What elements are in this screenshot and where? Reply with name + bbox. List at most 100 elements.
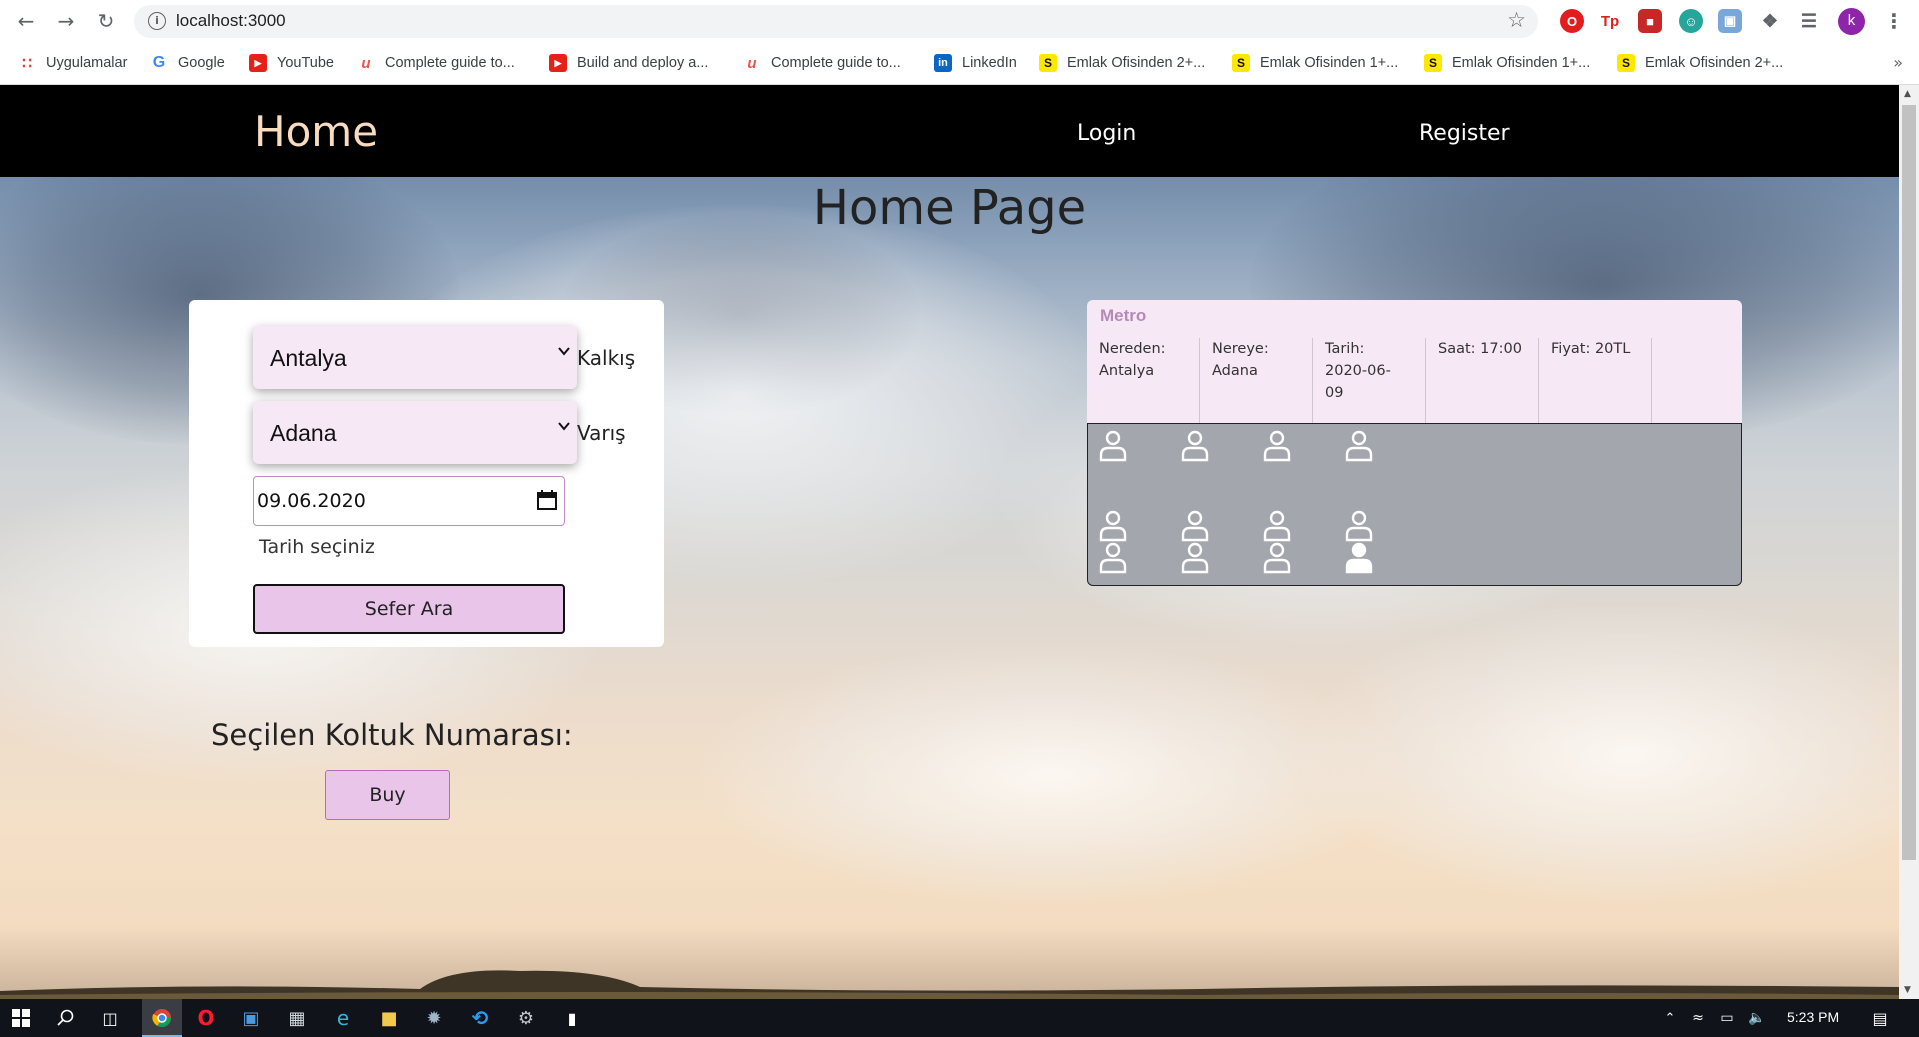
seat-available-icon[interactable] bbox=[1262, 510, 1292, 542]
settings-app-icon[interactable]: ⚙ bbox=[513, 1005, 539, 1031]
date-input[interactable]: 09.06.2020 bbox=[253, 476, 565, 526]
from-city-label: Kalkış bbox=[577, 346, 636, 370]
scroll-thumb[interactable] bbox=[1902, 105, 1916, 860]
edge-app-icon[interactable]: e bbox=[330, 1005, 356, 1031]
to-city-select[interactable]: Adana bbox=[253, 401, 577, 464]
nav-home-link[interactable]: Home bbox=[254, 107, 378, 156]
date-hint: Tarih seçiniz bbox=[259, 536, 375, 558]
bookmark-item[interactable]: S Emlak Ofisinden 2+... bbox=[1039, 52, 1205, 74]
app-window-icon[interactable]: ▣ bbox=[238, 1005, 264, 1031]
extensions-puzzle-icon[interactable]: ❖ bbox=[1758, 9, 1782, 33]
seat-available-icon[interactable] bbox=[1344, 430, 1374, 462]
from-city-value: Antalya bbox=[270, 345, 347, 371]
youtube-icon: ▶ bbox=[249, 54, 267, 72]
site-info-icon[interactable]: i bbox=[148, 12, 166, 30]
windows-start-icon[interactable] bbox=[8, 1005, 34, 1031]
bookmark-label: Complete guide to... bbox=[385, 55, 515, 71]
calculator-icon[interactable]: ▦ bbox=[284, 1005, 310, 1031]
calendar-icon[interactable] bbox=[536, 489, 558, 511]
nav-login-link[interactable]: Login bbox=[1077, 121, 1136, 146]
media-queue-icon[interactable]: ☰ bbox=[1797, 9, 1821, 33]
bookmark-item[interactable]: G Google bbox=[150, 52, 225, 74]
seat-available-icon[interactable] bbox=[1098, 510, 1128, 542]
trip-price-cell: Fiyat: 20TL bbox=[1539, 338, 1652, 423]
address-bar[interactable]: i localhost:3000 ☆ bbox=[134, 5, 1538, 38]
seat-available-icon[interactable] bbox=[1180, 430, 1210, 462]
forward-arrow-icon[interactable]: → bbox=[54, 9, 78, 33]
bookmark-item[interactable]: ∷ Uygulamalar bbox=[18, 52, 127, 74]
trip-from-value: Antalya bbox=[1099, 363, 1155, 379]
browser-toolbar: ← → ↻ i localhost:3000 ☆ O Tp ■ ☺ ▣ ❖ ☰ … bbox=[0, 0, 1919, 42]
browser-menu-icon[interactable]: ⋮ bbox=[1884, 8, 1904, 34]
sahibinden-icon: S bbox=[1039, 54, 1057, 72]
vscode-app-icon[interactable]: ⟲ bbox=[467, 1005, 493, 1031]
sahibinden-icon: S bbox=[1424, 54, 1442, 72]
chrome-app-icon[interactable] bbox=[149, 1005, 175, 1031]
sahibinden-icon: S bbox=[1617, 54, 1635, 72]
scroll-up-arrow-icon[interactable]: ▲ bbox=[1904, 89, 1911, 99]
window-extension-icon[interactable]: ▣ bbox=[1718, 9, 1742, 33]
apps-grid-icon: ∷ bbox=[22, 55, 32, 72]
bookmark-item[interactable]: S Emlak Ofisinden 1+... bbox=[1424, 52, 1590, 74]
bookmark-star-icon[interactable]: ☆ bbox=[1507, 8, 1526, 32]
opera-extension-icon[interactable]: O bbox=[1560, 9, 1584, 33]
file-explorer-icon[interactable]: ■ bbox=[376, 1005, 402, 1031]
chevron-up-icon[interactable]: ⌃ bbox=[1657, 1005, 1683, 1031]
bookmark-item[interactable]: ▶ YouTube bbox=[249, 52, 334, 74]
trip-time: Saat: 17:00 bbox=[1438, 341, 1522, 357]
taskbar-clock[interactable]: 5:23 PM bbox=[1787, 1009, 1839, 1025]
bookmark-item[interactable]: S Emlak Ofisinden 1+... bbox=[1232, 52, 1398, 74]
google-icon: G bbox=[152, 54, 166, 71]
udemy-icon: u bbox=[361, 54, 371, 72]
bookmark-item[interactable]: in LinkedIn bbox=[934, 52, 1017, 74]
seat-available-icon[interactable] bbox=[1262, 542, 1292, 574]
bookmark-label: Emlak Ofisinden 2+... bbox=[1645, 55, 1784, 71]
page-scrollbar[interactable]: ▲ ▼ bbox=[1899, 85, 1919, 999]
battery-icon[interactable]: ▭ bbox=[1714, 1005, 1740, 1031]
trip-to-value: Adana bbox=[1212, 363, 1258, 379]
from-city-select[interactable]: Antalya bbox=[253, 326, 577, 389]
face-extension-icon[interactable]: ☺ bbox=[1679, 9, 1703, 33]
notifications-icon[interactable]: ▤ bbox=[1867, 1005, 1893, 1031]
url-text[interactable]: localhost:3000 bbox=[176, 11, 286, 31]
notepad-app-icon[interactable]: ▮ bbox=[559, 1005, 585, 1031]
buy-button[interactable]: Buy bbox=[325, 770, 450, 820]
navbar: Home Login Register bbox=[0, 85, 1899, 177]
seat-available-icon[interactable] bbox=[1344, 510, 1374, 542]
youtube-icon: ▶ bbox=[549, 54, 567, 72]
nav-register-link[interactable]: Register bbox=[1419, 121, 1510, 146]
app-icon[interactable]: ✹ bbox=[421, 1005, 447, 1031]
scroll-down-arrow-icon[interactable]: ▼ bbox=[1904, 985, 1911, 995]
bookmark-label: Emlak Ofisinden 2+... bbox=[1067, 55, 1206, 71]
chevron-down-icon bbox=[558, 422, 570, 431]
sahibinden-icon: S bbox=[1232, 54, 1250, 72]
bookmark-item[interactable]: ▶ Build and deploy a... bbox=[549, 52, 708, 74]
tp-extension-icon[interactable]: Tp bbox=[1598, 9, 1622, 33]
to-city-value: Adana bbox=[270, 420, 337, 446]
seat-available-icon[interactable] bbox=[1180, 510, 1210, 542]
profile-avatar[interactable]: k bbox=[1838, 8, 1865, 35]
bookmark-item[interactable]: u Complete guide to... bbox=[357, 52, 515, 74]
seat-available-icon[interactable] bbox=[1098, 430, 1128, 462]
opera-app-icon[interactable]: O bbox=[193, 1005, 219, 1031]
search-trip-button[interactable]: Sefer Ara bbox=[253, 584, 565, 634]
trip-date-value-cont: 09 bbox=[1325, 385, 1344, 401]
seat-available-icon[interactable] bbox=[1262, 430, 1292, 462]
seat-available-icon[interactable] bbox=[1098, 542, 1128, 574]
reload-icon[interactable]: ↻ bbox=[94, 9, 118, 33]
seat-available-icon[interactable] bbox=[1180, 542, 1210, 574]
search-icon[interactable] bbox=[53, 1005, 79, 1031]
wifi-icon[interactable]: ≈ bbox=[1685, 1005, 1711, 1031]
game-extension-icon[interactable]: ■ bbox=[1638, 9, 1662, 33]
volume-icon[interactable]: 🔈 bbox=[1744, 1005, 1770, 1031]
back-arrow-icon[interactable]: ← bbox=[14, 9, 38, 33]
bookmark-item[interactable]: u Complete guide to... bbox=[743, 52, 900, 74]
bookmarks-overflow-icon[interactable]: » bbox=[1893, 53, 1903, 72]
linkedin-icon: in bbox=[934, 54, 952, 72]
trip-to-label: Nereye: bbox=[1212, 341, 1269, 357]
bookmark-item[interactable]: S Emlak Ofisinden 2+... bbox=[1617, 52, 1783, 74]
seat-occupied-icon[interactable] bbox=[1344, 542, 1374, 574]
trip-card[interactable]: Metro Nereden: Antalya Nereye: Adana Tar… bbox=[1087, 300, 1742, 423]
task-view-icon[interactable]: ◫ bbox=[97, 1005, 123, 1031]
sky-cloud bbox=[700, 645, 1400, 905]
